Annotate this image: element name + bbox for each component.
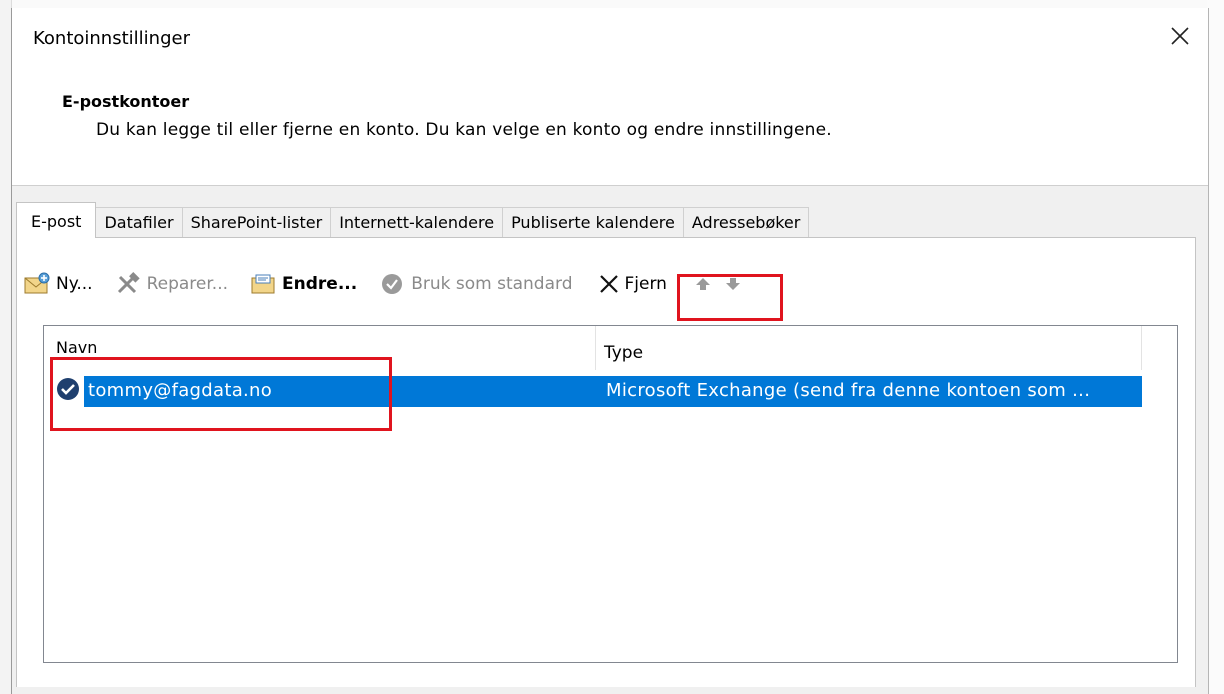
new-account-button[interactable]: Ny...: [20, 270, 93, 298]
column-divider[interactable]: [1141, 326, 1142, 370]
tab-published-calendars[interactable]: Publiserte kalendere: [502, 207, 684, 238]
tab-data-files[interactable]: Datafiler: [95, 207, 183, 238]
remove-label: Fjern: [624, 274, 667, 294]
new-account-label: Ny...: [56, 274, 93, 294]
arrow-down-icon: [719, 270, 747, 298]
account-email: tommy@fagdata.no: [88, 380, 273, 401]
list-header: Navn Type: [44, 326, 1177, 370]
account-row[interactable]: tommy@fagdata.no Microsoft Exchange (sen…: [84, 376, 1142, 407]
arrow-up-icon: [689, 270, 717, 298]
tools-icon: [111, 270, 145, 298]
dialog-header: Kontoinnstillinger E-postkontoer Du kan …: [12, 8, 1208, 186]
dialog-title: Kontoinnstillinger: [33, 28, 190, 49]
tab-internet-calendars[interactable]: Internett-kalendere: [330, 207, 504, 238]
background-window-right: [1207, 0, 1224, 694]
section-heading: E-postkontoer: [62, 92, 190, 111]
move-down-button[interactable]: [719, 270, 749, 298]
tab-email[interactable]: E-post: [16, 202, 97, 238]
account-toolbar: Ny... Reparer... Endre... Bruk som stand…: [20, 270, 749, 298]
tab-address-books[interactable]: Adressebøker: [682, 207, 810, 238]
column-divider[interactable]: [595, 326, 596, 370]
repair-button[interactable]: Reparer...: [111, 270, 228, 298]
account-list[interactable]: Navn Type tommy@fagdata.no Microsoft Exc…: [43, 325, 1178, 663]
new-mail-icon: [20, 270, 54, 298]
close-icon: [1171, 27, 1189, 45]
column-header-name[interactable]: Navn: [56, 338, 97, 357]
repair-label: Reparer...: [146, 274, 229, 294]
remove-button[interactable]: Fjern: [595, 270, 667, 298]
default-account-icon: [56, 377, 80, 405]
tab-strip: E-post Datafiler SharePoint-lister Inter…: [16, 202, 810, 238]
section-description: Du kan legge til eller fjerne en konto. …: [96, 120, 832, 140]
close-button[interactable]: [1162, 18, 1198, 54]
background-window-top: [0, 0, 1224, 8]
set-default-label: Bruk som standard: [411, 274, 573, 294]
move-up-button[interactable]: [689, 270, 719, 298]
tab-sharepoint-lists[interactable]: SharePoint-lister: [181, 207, 332, 238]
change-button[interactable]: Endre...: [246, 270, 357, 298]
remove-x-icon: [595, 270, 623, 298]
set-default-button[interactable]: Bruk som standard: [375, 270, 573, 298]
change-label: Endre...: [282, 274, 358, 294]
change-settings-icon: [246, 270, 280, 298]
column-header-type[interactable]: Type: [604, 343, 643, 363]
account-type: Microsoft Exchange (send fra denne konto…: [606, 380, 1091, 401]
default-check-icon: [375, 270, 409, 298]
